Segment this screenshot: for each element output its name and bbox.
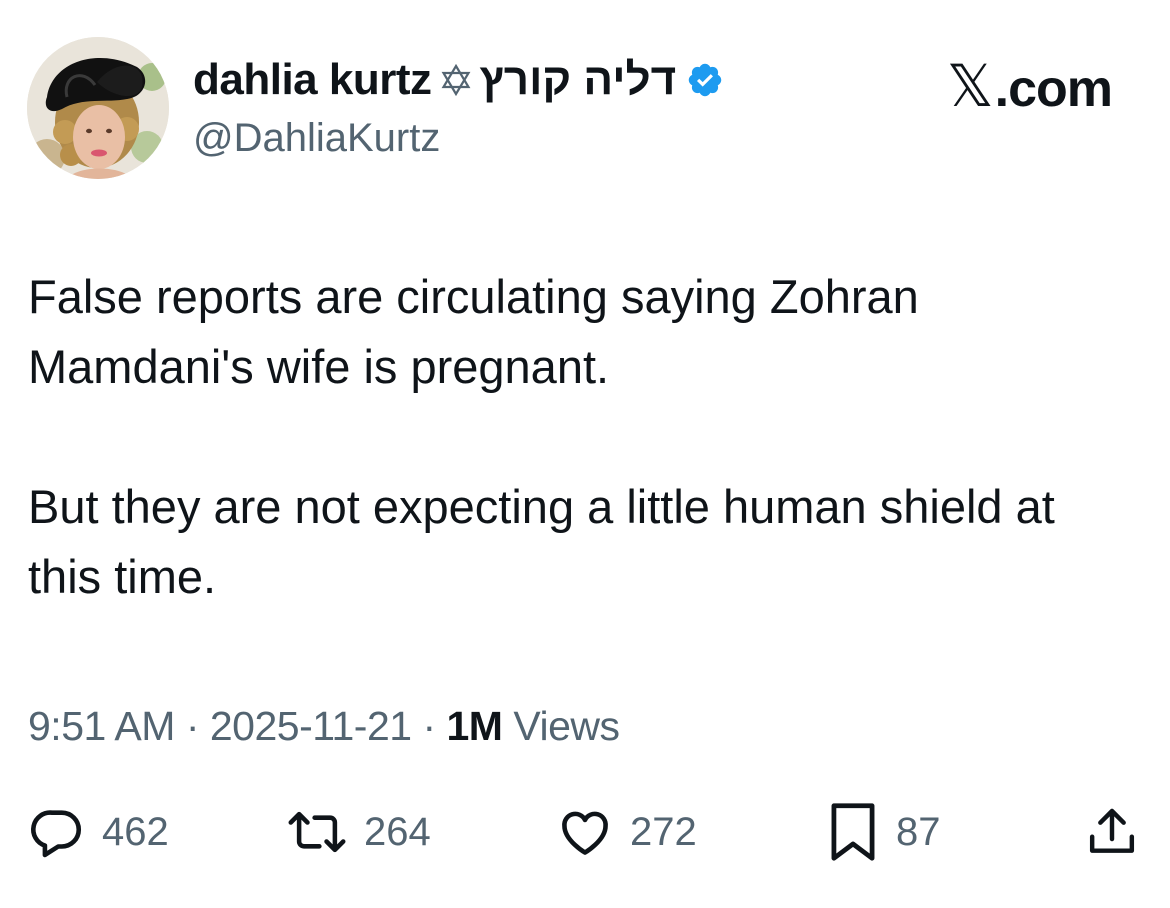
avatar-image	[27, 37, 169, 179]
action-bar: 462 264 272 87	[28, 800, 1140, 864]
bookmark-icon	[831, 803, 875, 861]
retweet-count: 264	[364, 809, 431, 854]
share-button[interactable]	[1084, 800, 1140, 864]
author-name-row: dahlia kurtz דליה קורץ	[193, 54, 724, 106]
tweet-text: False reports are circulating saying Zoh…	[28, 262, 1138, 612]
meta-separator: ·	[174, 703, 210, 749]
reply-count: 462	[102, 809, 169, 854]
tweet-paragraph-1: False reports are circulating saying Zoh…	[28, 270, 919, 393]
reply-button[interactable]: 462	[28, 800, 169, 864]
x-com-logo: 𝕏.com	[946, 52, 1113, 120]
hebrew-name[interactable]: דליה קורץ	[480, 55, 677, 105]
bookmark-button[interactable]: 87	[826, 800, 941, 864]
brand-domain: .com	[994, 60, 1113, 118]
display-name[interactable]: dahlia kurtz	[193, 55, 432, 105]
meta-separator: ·	[411, 703, 447, 749]
x-logo-icon: 𝕏	[946, 54, 994, 119]
like-button[interactable]: 272	[556, 800, 697, 864]
tweet-date[interactable]: 2025-11-21	[210, 703, 412, 749]
avatar[interactable]	[27, 37, 169, 179]
bookmark-count: 87	[896, 809, 941, 854]
reply-icon	[31, 810, 82, 858]
star-of-david-icon	[441, 64, 470, 96]
tweet-meta: 9:51 AM · 2025-11-21 · 1M Views	[28, 703, 620, 750]
retweet-button[interactable]: 264	[286, 800, 431, 864]
views-count: 1M	[446, 703, 503, 749]
like-count: 272	[630, 809, 697, 854]
tweet-paragraph-2: But they are not expecting a little huma…	[28, 480, 1055, 603]
share-icon	[1089, 808, 1135, 853]
tweet-time[interactable]: 9:51 AM	[28, 703, 175, 749]
tweet-card: dahlia kurtz דליה קורץ @DahliaKurtz 𝕏.co…	[0, 0, 1170, 908]
author-handle[interactable]: @DahliaKurtz	[193, 116, 440, 161]
heart-icon	[562, 811, 608, 855]
retweet-icon	[288, 811, 346, 853]
verified-badge-icon[interactable]	[686, 61, 724, 99]
views-label: Views	[502, 703, 620, 749]
